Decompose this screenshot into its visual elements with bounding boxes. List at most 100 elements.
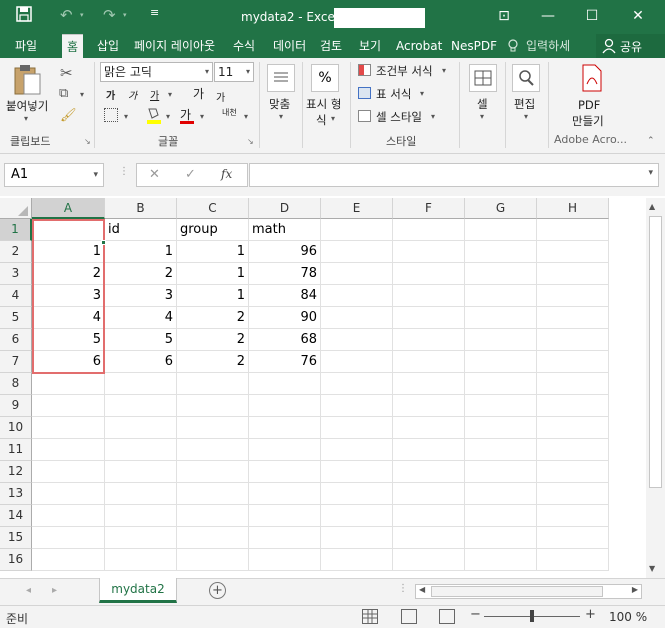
normal-view-icon[interactable] [362,609,378,624]
cell-g13[interactable] [465,483,537,505]
cell-b1[interactable]: id [105,219,177,241]
cell-e6[interactable] [321,329,393,351]
vertical-scrollbar[interactable]: ▲ ▼ [646,198,665,578]
cell-c11[interactable] [177,439,249,461]
minimize-button[interactable]: — [535,4,561,28]
cell-f1[interactable] [393,219,465,241]
paste-label[interactable]: 붙여넣기 [6,98,48,114]
cell-a9[interactable] [32,395,105,417]
row-header-4[interactable]: 4 [0,285,32,307]
cell-g4[interactable] [465,285,537,307]
close-button[interactable]: ✕ [625,4,651,28]
cell-h5[interactable] [537,307,609,329]
cell-e10[interactable] [321,417,393,439]
cell-c10[interactable] [177,417,249,439]
cell-g10[interactable] [465,417,537,439]
cell-f3[interactable] [393,263,465,285]
cell-g2[interactable] [465,241,537,263]
cell-d5[interactable]: 90 [249,307,321,329]
grow-font-button[interactable]: 가 [193,85,204,102]
column-header-d[interactable]: D [249,198,321,219]
italic-button[interactable]: 가 [128,87,137,102]
cell-b11[interactable] [105,439,177,461]
undo-dropdown-icon[interactable]: ▾ [80,11,84,19]
zoom-out-button[interactable]: − [470,607,481,622]
cell-g15[interactable] [465,527,537,549]
cell-f11[interactable] [393,439,465,461]
underline-button[interactable]: 가 [150,87,159,102]
cell-b5[interactable]: 4 [105,307,177,329]
cell-g1[interactable] [465,219,537,241]
next-sheet-icon[interactable]: ▸ [52,585,57,596]
tab-formulas[interactable]: 수식 [228,34,260,58]
underline-dropdown-icon[interactable]: ▾ [168,90,172,99]
fill-handle[interactable] [101,240,106,245]
format-table-dropdown-icon[interactable]: ▾ [420,89,424,98]
tab-nespdf[interactable]: NesPDF [446,34,502,58]
prev-sheet-icon[interactable]: ◂ [26,585,31,596]
cell-f13[interactable] [393,483,465,505]
cell-f5[interactable] [393,307,465,329]
page-layout-view-icon[interactable] [401,609,417,624]
cell-h15[interactable] [537,527,609,549]
cell-d4[interactable]: 84 [249,285,321,307]
cell-h12[interactable] [537,461,609,483]
save-icon[interactable] [16,6,32,26]
cell-a14[interactable] [32,505,105,527]
cell-h8[interactable] [537,373,609,395]
alignment-dropdown-icon[interactable]: ▾ [279,112,283,121]
cell-g12[interactable] [465,461,537,483]
redo-dropdown-icon[interactable]: ▾ [123,11,127,19]
cell-a11[interactable] [32,439,105,461]
cell-h16[interactable] [537,549,609,571]
font-launcher-icon[interactable]: ↘ [247,137,254,146]
cell-a16[interactable] [32,549,105,571]
column-header-a[interactable]: A [32,198,105,219]
conditional-format-icon[interactable] [358,64,371,76]
cell-d14[interactable] [249,505,321,527]
cell-b9[interactable] [105,395,177,417]
horizontal-scroll-thumb[interactable] [431,586,603,597]
cell-d3[interactable]: 78 [249,263,321,285]
cell-f6[interactable] [393,329,465,351]
cell-e13[interactable] [321,483,393,505]
cell-f10[interactable] [393,417,465,439]
cell-c5[interactable]: 2 [177,307,249,329]
tab-insert[interactable]: 삽입 [92,34,124,58]
cell-b16[interactable] [105,549,177,571]
row-header-2[interactable]: 2 [0,241,32,263]
account-box[interactable] [334,8,425,28]
column-header-h[interactable]: H [537,198,609,219]
chevron-down-icon[interactable]: ▾ [93,164,98,186]
cell-d8[interactable] [249,373,321,395]
cell-d2[interactable]: 96 [249,241,321,263]
cell-e14[interactable] [321,505,393,527]
cell-d10[interactable] [249,417,321,439]
cell-g11[interactable] [465,439,537,461]
cell-e5[interactable] [321,307,393,329]
cell-c14[interactable] [177,505,249,527]
row-header-5[interactable]: 5 [0,307,32,329]
row-header-6[interactable]: 6 [0,329,32,351]
cell-b7[interactable]: 6 [105,351,177,373]
row-header-1[interactable]: 1 [0,219,32,241]
copy-dropdown-icon[interactable]: ▾ [80,90,84,99]
alignment-label[interactable]: 맞춤 [269,96,290,112]
fill-color-dropdown-icon[interactable]: ▾ [166,112,170,121]
conditional-format-dropdown-icon[interactable]: ▾ [442,66,446,75]
cell-c7[interactable]: 2 [177,351,249,373]
cancel-icon[interactable]: ✕ [149,167,160,182]
zoom-slider-thumb[interactable] [530,610,534,622]
row-header-3[interactable]: 3 [0,263,32,285]
cell-b14[interactable] [105,505,177,527]
tab-review[interactable]: 검토 [315,34,347,58]
column-header-f[interactable]: F [393,198,465,219]
cell-d9[interactable] [249,395,321,417]
cell-c15[interactable] [177,527,249,549]
cell-b15[interactable] [105,527,177,549]
row-header-10[interactable]: 10 [0,417,32,439]
paste-icon[interactable] [12,64,42,96]
conditional-format-button[interactable]: 조건부 서식 [376,63,433,79]
scroll-right-icon[interactable]: ▶ [632,585,638,594]
cell-styles-button[interactable]: 셀 스타일 [376,109,422,125]
